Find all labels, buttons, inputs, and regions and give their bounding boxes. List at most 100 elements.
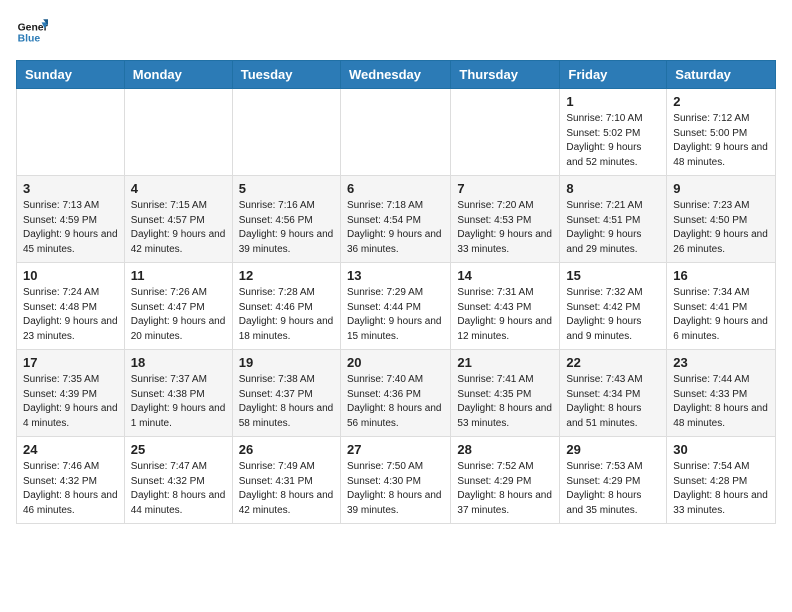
day-info: Sunrise: 7:38 AM Sunset: 4:37 PM Dayligh… bbox=[239, 373, 334, 431]
day-cell-26: 26 Sunrise: 7:49 AM Sunset: 4:31 PM Dayli… bbox=[232, 437, 340, 524]
day-info: Sunrise: 7:10 AM Sunset: 5:02 PM Dayligh… bbox=[566, 112, 660, 170]
empty-cell bbox=[124, 89, 232, 176]
day-info: Sunrise: 7:40 AM Sunset: 4:36 PM Dayligh… bbox=[347, 373, 444, 431]
weekday-header-thursday: Thursday bbox=[451, 61, 560, 89]
day-number: 7 bbox=[457, 181, 553, 196]
day-number: 8 bbox=[566, 181, 660, 196]
weekday-header-monday: Monday bbox=[124, 61, 232, 89]
day-info: Sunrise: 7:41 AM Sunset: 4:35 PM Dayligh… bbox=[457, 373, 553, 431]
empty-cell bbox=[232, 89, 340, 176]
day-cell-4: 4 Sunrise: 7:15 AM Sunset: 4:57 PM Daylig… bbox=[124, 176, 232, 263]
day-info: Sunrise: 7:44 AM Sunset: 4:33 PM Dayligh… bbox=[673, 373, 769, 431]
logo-icon: General Blue bbox=[16, 16, 48, 48]
day-cell-30: 30 Sunrise: 7:54 AM Sunset: 4:28 PM Dayli… bbox=[667, 437, 776, 524]
day-cell-19: 19 Sunrise: 7:38 AM Sunset: 4:37 PM Dayli… bbox=[232, 350, 340, 437]
day-info: Sunrise: 7:16 AM Sunset: 4:56 PM Dayligh… bbox=[239, 199, 334, 257]
day-cell-18: 18 Sunrise: 7:37 AM Sunset: 4:38 PM Dayli… bbox=[124, 350, 232, 437]
day-number: 13 bbox=[347, 268, 444, 283]
day-cell-20: 20 Sunrise: 7:40 AM Sunset: 4:36 PM Dayli… bbox=[340, 350, 450, 437]
day-cell-15: 15 Sunrise: 7:32 AM Sunset: 4:42 PM Dayli… bbox=[560, 263, 667, 350]
calendar: SundayMondayTuesdayWednesdayThursdayFrid… bbox=[16, 60, 776, 524]
day-cell-27: 27Sunrise: 7:50 AM Sunset: 4:30 PM Dayli… bbox=[340, 437, 450, 524]
day-info: Sunrise: 7:47 AM Sunset: 4:32 PM Dayligh… bbox=[131, 460, 226, 518]
day-number: 26 bbox=[239, 442, 334, 457]
weekday-header-sunday: Sunday bbox=[17, 61, 125, 89]
empty-cell bbox=[340, 89, 450, 176]
day-cell-3: 3 Sunrise: 7:13 AM Sunset: 4:59 PM Daylig… bbox=[17, 176, 125, 263]
day-info: Sunrise: 7:37 AM Sunset: 4:38 PM Dayligh… bbox=[131, 373, 226, 431]
day-number: 24 bbox=[23, 442, 118, 457]
day-number: 11 bbox=[131, 268, 226, 283]
day-cell-11: 11 Sunrise: 7:26 AM Sunset: 4:47 PM Dayli… bbox=[124, 263, 232, 350]
day-cell-29: 29Sunrise: 7:53 AM Sunset: 4:29 PM Dayli… bbox=[560, 437, 667, 524]
day-info: Sunrise: 7:18 AM Sunset: 4:54 PM Dayligh… bbox=[347, 199, 444, 257]
empty-cell bbox=[451, 89, 560, 176]
day-info: Sunrise: 7:46 AM Sunset: 4:32 PM Dayligh… bbox=[23, 460, 118, 518]
day-info: Sunrise: 7:20 AM Sunset: 4:53 PM Dayligh… bbox=[457, 199, 553, 257]
weekday-header-wednesday: Wednesday bbox=[340, 61, 450, 89]
day-info: Sunrise: 7:49 AM Sunset: 4:31 PM Dayligh… bbox=[239, 460, 334, 518]
day-cell-9: 9 Sunrise: 7:23 AM Sunset: 4:50 PM Daylig… bbox=[667, 176, 776, 263]
day-info: Sunrise: 7:28 AM Sunset: 4:46 PM Dayligh… bbox=[239, 286, 334, 344]
day-cell-12: 12 Sunrise: 7:28 AM Sunset: 4:46 PM Dayli… bbox=[232, 263, 340, 350]
day-info: Sunrise: 7:34 AM Sunset: 4:41 PM Dayligh… bbox=[673, 286, 769, 344]
day-info: Sunrise: 7:43 AM Sunset: 4:34 PM Dayligh… bbox=[566, 373, 660, 431]
page-header: General Blue bbox=[16, 16, 776, 48]
day-cell-10: 10Sunrise: 7:24 AM Sunset: 4:48 PM Dayli… bbox=[17, 263, 125, 350]
day-info: Sunrise: 7:29 AM Sunset: 4:44 PM Dayligh… bbox=[347, 286, 444, 344]
day-cell-6: 6 Sunrise: 7:18 AM Sunset: 4:54 PM Daylig… bbox=[340, 176, 450, 263]
day-info: Sunrise: 7:13 AM Sunset: 4:59 PM Dayligh… bbox=[23, 199, 118, 257]
weekday-header-saturday: Saturday bbox=[667, 61, 776, 89]
day-number: 1 bbox=[566, 94, 660, 109]
day-number: 25 bbox=[131, 442, 226, 457]
day-number: 15 bbox=[566, 268, 660, 283]
day-cell-21: 21 Sunrise: 7:41 AM Sunset: 4:35 PM Dayli… bbox=[451, 350, 560, 437]
day-info: Sunrise: 7:15 AM Sunset: 4:57 PM Dayligh… bbox=[131, 199, 226, 257]
day-number: 29 bbox=[566, 442, 660, 457]
day-info: Sunrise: 7:52 AM Sunset: 4:29 PM Dayligh… bbox=[457, 460, 553, 518]
day-number: 30 bbox=[673, 442, 769, 457]
day-number: 28 bbox=[457, 442, 553, 457]
day-number: 9 bbox=[673, 181, 769, 196]
day-cell-5: 5 Sunrise: 7:16 AM Sunset: 4:56 PM Daylig… bbox=[232, 176, 340, 263]
day-number: 16 bbox=[673, 268, 769, 283]
day-info: Sunrise: 7:31 AM Sunset: 4:43 PM Dayligh… bbox=[457, 286, 553, 344]
day-number: 6 bbox=[347, 181, 444, 196]
day-cell-2: 2 Sunrise: 7:12 AM Sunset: 5:00 PM Daylig… bbox=[667, 89, 776, 176]
day-number: 23 bbox=[673, 355, 769, 370]
day-number: 5 bbox=[239, 181, 334, 196]
day-number: 22 bbox=[566, 355, 660, 370]
svg-text:Blue: Blue bbox=[18, 34, 41, 45]
day-cell-1: 1 Sunrise: 7:10 AM Sunset: 5:02 PM Daylig… bbox=[560, 89, 667, 176]
day-number: 27 bbox=[347, 442, 444, 457]
day-cell-13: 13 Sunrise: 7:29 AM Sunset: 4:44 PM Dayli… bbox=[340, 263, 450, 350]
day-info: Sunrise: 7:21 AM Sunset: 4:51 PM Dayligh… bbox=[566, 199, 660, 257]
weekday-header-tuesday: Tuesday bbox=[232, 61, 340, 89]
day-info: Sunrise: 7:23 AM Sunset: 4:50 PM Dayligh… bbox=[673, 199, 769, 257]
day-info: Sunrise: 7:24 AM Sunset: 4:48 PM Dayligh… bbox=[23, 286, 118, 344]
day-info: Sunrise: 7:54 AM Sunset: 4:28 PM Dayligh… bbox=[673, 460, 769, 518]
day-cell-28: 28 Sunrise: 7:52 AM Sunset: 4:29 PM Dayli… bbox=[451, 437, 560, 524]
day-number: 17 bbox=[23, 355, 118, 370]
day-info: Sunrise: 7:12 AM Sunset: 5:00 PM Dayligh… bbox=[673, 112, 769, 170]
day-number: 14 bbox=[457, 268, 553, 283]
day-number: 21 bbox=[457, 355, 553, 370]
day-cell-8: 8 Sunrise: 7:21 AM Sunset: 4:51 PM Daylig… bbox=[560, 176, 667, 263]
day-number: 4 bbox=[131, 181, 226, 196]
day-info: Sunrise: 7:32 AM Sunset: 4:42 PM Dayligh… bbox=[566, 286, 660, 344]
day-number: 2 bbox=[673, 94, 769, 109]
day-cell-14: 14 Sunrise: 7:31 AM Sunset: 4:43 PM Dayli… bbox=[451, 263, 560, 350]
day-number: 18 bbox=[131, 355, 226, 370]
day-cell-25: 25 Sunrise: 7:47 AM Sunset: 4:32 PM Dayli… bbox=[124, 437, 232, 524]
day-number: 20 bbox=[347, 355, 444, 370]
day-info: Sunrise: 7:26 AM Sunset: 4:47 PM Dayligh… bbox=[131, 286, 226, 344]
day-number: 12 bbox=[239, 268, 334, 283]
day-cell-17: 17 Sunrise: 7:35 AM Sunset: 4:39 PM Dayli… bbox=[17, 350, 125, 437]
day-cell-7: 7 Sunrise: 7:20 AM Sunset: 4:53 PM Daylig… bbox=[451, 176, 560, 263]
day-number: 3 bbox=[23, 181, 118, 196]
day-number: 19 bbox=[239, 355, 334, 370]
day-cell-24: 24 Sunrise: 7:46 AM Sunset: 4:32 PM Dayli… bbox=[17, 437, 125, 524]
day-info: Sunrise: 7:35 AM Sunset: 4:39 PM Dayligh… bbox=[23, 373, 118, 431]
logo: General Blue bbox=[16, 16, 52, 48]
day-cell-22: 22 Sunrise: 7:43 AM Sunset: 4:34 PM Dayli… bbox=[560, 350, 667, 437]
